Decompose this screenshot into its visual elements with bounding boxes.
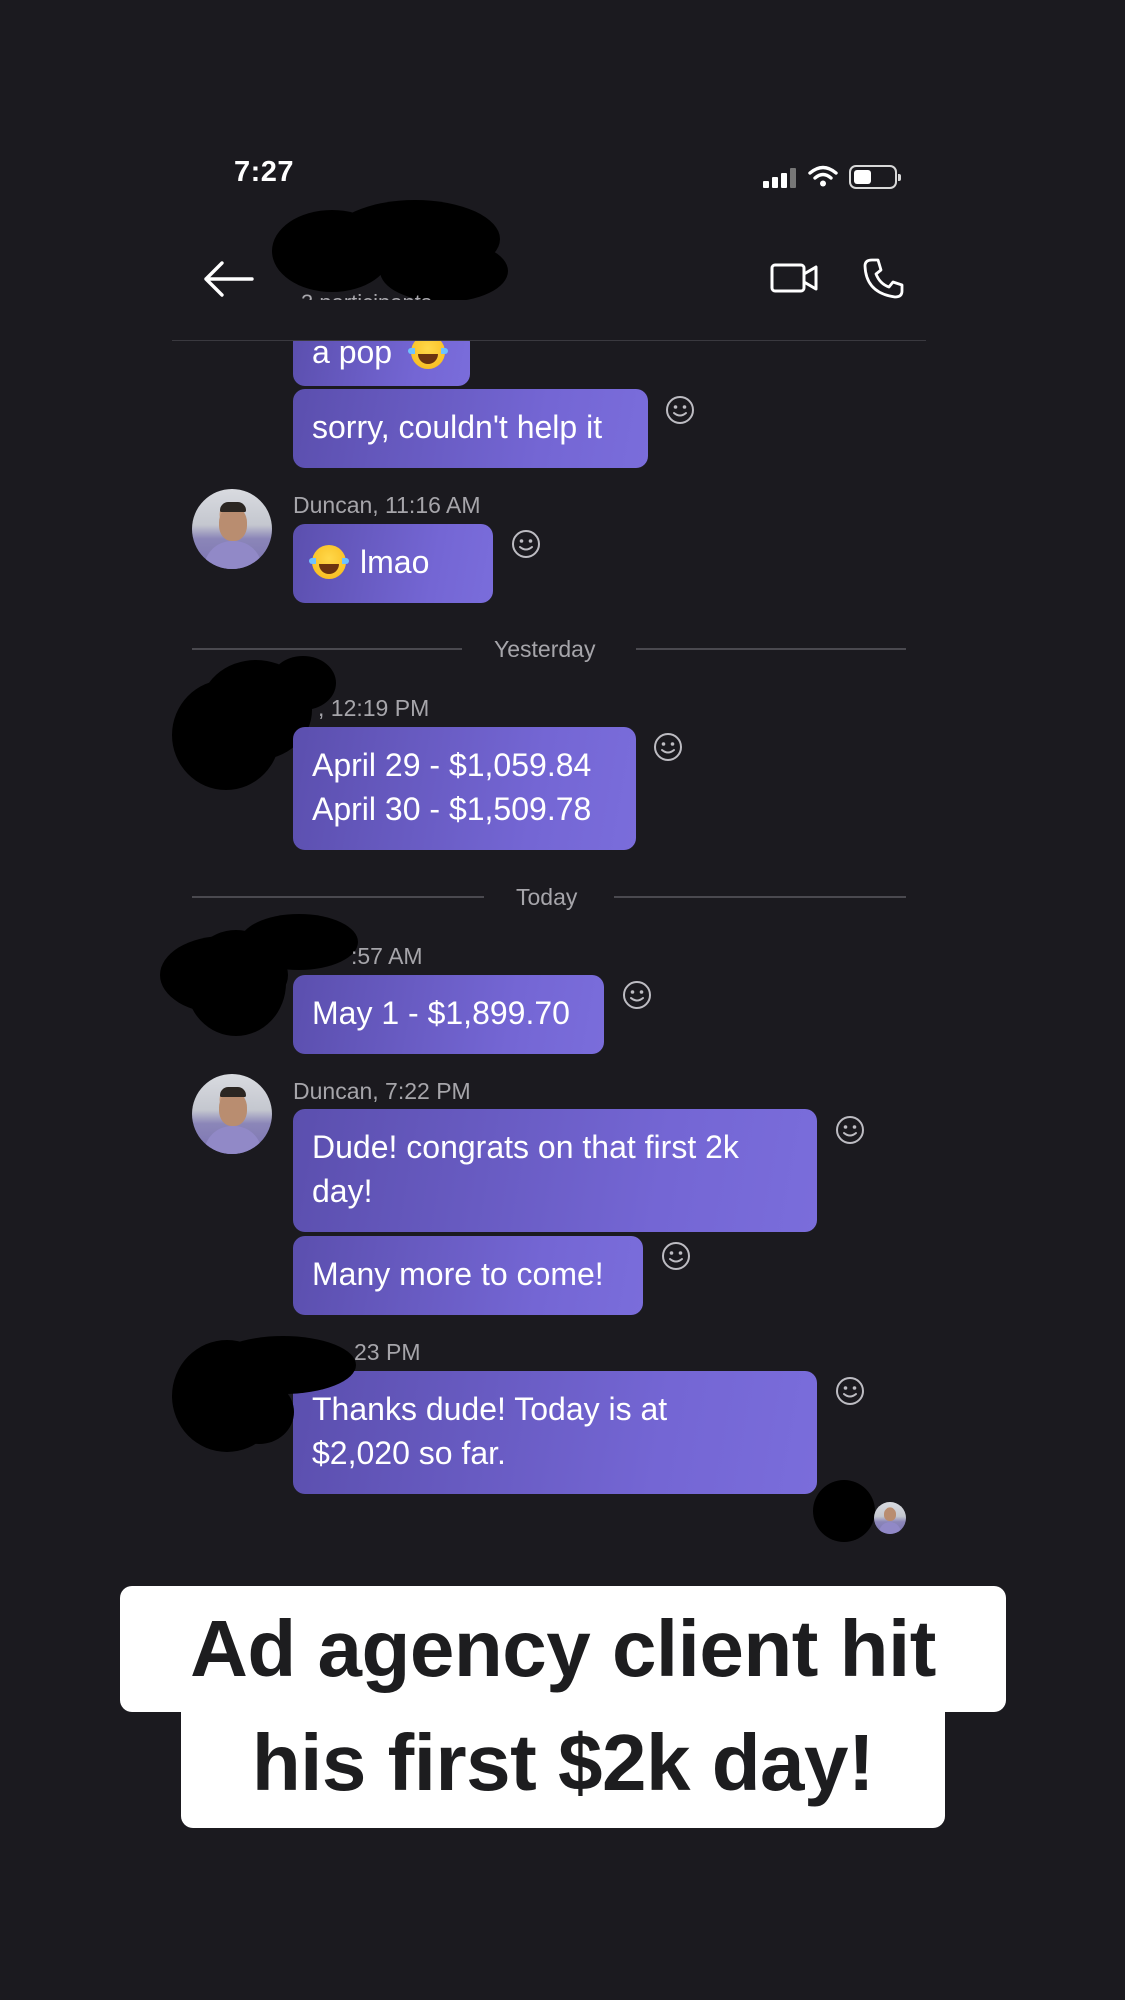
sender-timestamp: , 12:19 PM (318, 695, 430, 721)
day-divider-line (192, 896, 484, 898)
battery-icon (849, 165, 901, 189)
message-bubble[interactable]: May 1 - $1,899.70 (293, 975, 604, 1054)
message-line: Dude! congrats on that first 2k (312, 1129, 739, 1165)
back-arrow-icon[interactable] (200, 256, 256, 302)
message-text: lmao (360, 544, 430, 580)
message-bubble[interactable]: Many more to come! (293, 1236, 643, 1315)
message-line: Thanks dude! Today is at (312, 1391, 668, 1427)
header-mask (172, 300, 926, 340)
add-reaction-icon[interactable] (653, 732, 683, 762)
message-line: $2,020 so far. (312, 1435, 506, 1471)
day-divider-line (192, 648, 462, 650)
message-line: day! (312, 1173, 373, 1209)
day-separator-yesterday: Yesterday (494, 636, 596, 662)
day-divider-line (614, 896, 906, 898)
message-bubble[interactable]: Thanks dude! Today is at $2,020 so far. (293, 1371, 817, 1494)
add-reaction-icon[interactable] (665, 395, 695, 425)
sender-timestamp: Duncan, 11:16 AM (293, 492, 481, 518)
phone-call-icon[interactable] (862, 256, 904, 300)
message-text: Many more to come! (312, 1256, 604, 1292)
add-reaction-icon[interactable] (835, 1115, 865, 1145)
signal-icon (763, 168, 797, 188)
message-bubble[interactable]: Dude! congrats on that first 2k day! (293, 1109, 817, 1232)
sender-timestamp: Duncan, 7:22 PM (293, 1078, 471, 1104)
video-call-icon[interactable] (770, 258, 820, 298)
joy-emoji-icon (309, 545, 349, 579)
message-bubble[interactable]: April 29 - $1,059.84 April 30 - $1,509.7… (293, 727, 636, 850)
day-divider-line (636, 648, 906, 650)
message-text: May 1 - $1,899.70 (312, 995, 570, 1031)
message-line: April 30 - $1,509.78 (312, 791, 592, 827)
read-receipt-redacted (813, 1480, 875, 1542)
sender-timestamp: 23 PM (354, 1339, 421, 1365)
status-time: 7:27 (234, 156, 295, 188)
sender-timestamp: :57 AM (351, 943, 423, 969)
caption-line-1: Ad agency client hit (190, 1604, 936, 1693)
add-reaction-icon[interactable] (622, 980, 652, 1010)
add-reaction-icon[interactable] (661, 1241, 691, 1271)
add-reaction-icon[interactable] (835, 1376, 865, 1406)
message-text: sorry, couldn't help it (312, 409, 603, 445)
wifi-icon (808, 165, 838, 187)
avatar[interactable] (192, 489, 272, 569)
caption-line-2: his first $2k day! (251, 1718, 875, 1807)
add-reaction-icon[interactable] (511, 529, 541, 559)
message-line: April 29 - $1,059.84 (312, 747, 592, 783)
read-receipt-avatar (874, 1502, 906, 1534)
avatar[interactable] (192, 1074, 272, 1154)
message-bubble[interactable]: lmao (293, 524, 493, 603)
message-bubble[interactable]: sorry, couldn't help it (293, 389, 648, 468)
day-separator-today: Today (516, 884, 578, 910)
